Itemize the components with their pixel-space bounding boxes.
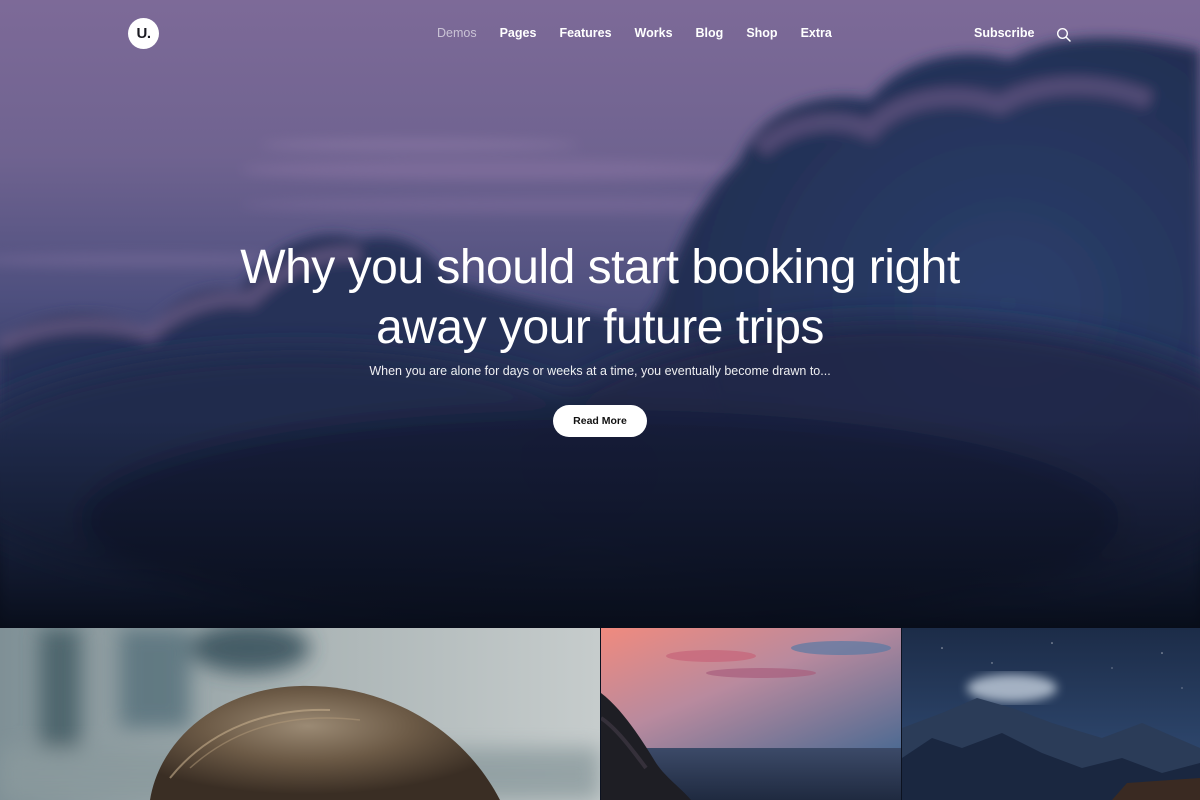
- nav-item-blog[interactable]: Blog: [696, 26, 724, 40]
- nav-item-demos[interactable]: Demos: [437, 26, 477, 40]
- thumbnail-sunset-coast[interactable]: [601, 628, 901, 800]
- nav-item-features[interactable]: Features: [559, 26, 611, 40]
- post-thumbnails: [0, 628, 1200, 800]
- hero-headline-line-2[interactable]: away your future trips: [376, 301, 824, 354]
- hero-headline-line-1[interactable]: Why you should start booking right: [240, 241, 960, 294]
- site-logo[interactable]: U.: [128, 18, 159, 49]
- nav-item-shop[interactable]: Shop: [746, 26, 777, 40]
- read-more-button[interactable]: Read More: [553, 405, 647, 437]
- nav-item-pages[interactable]: Pages: [500, 26, 537, 40]
- subscribe-link[interactable]: Subscribe: [974, 26, 1034, 40]
- nav-item-works[interactable]: Works: [635, 26, 673, 40]
- thumbnail-night-mountains[interactable]: [902, 628, 1200, 800]
- top-navigation: U. Demos Pages Features Works Blog Shop …: [0, 0, 1200, 70]
- hero-excerpt: When you are alone for days or weeks at …: [369, 364, 831, 378]
- thumbnail-portrait-hair[interactable]: [0, 628, 600, 800]
- hero-headline[interactable]: Why you should start booking right away …: [150, 238, 1050, 358]
- main-menu: Demos Pages Features Works Blog Shop Ext…: [437, 26, 855, 40]
- nav-item-extra[interactable]: Extra: [801, 26, 832, 40]
- search-icon[interactable]: [1056, 27, 1072, 43]
